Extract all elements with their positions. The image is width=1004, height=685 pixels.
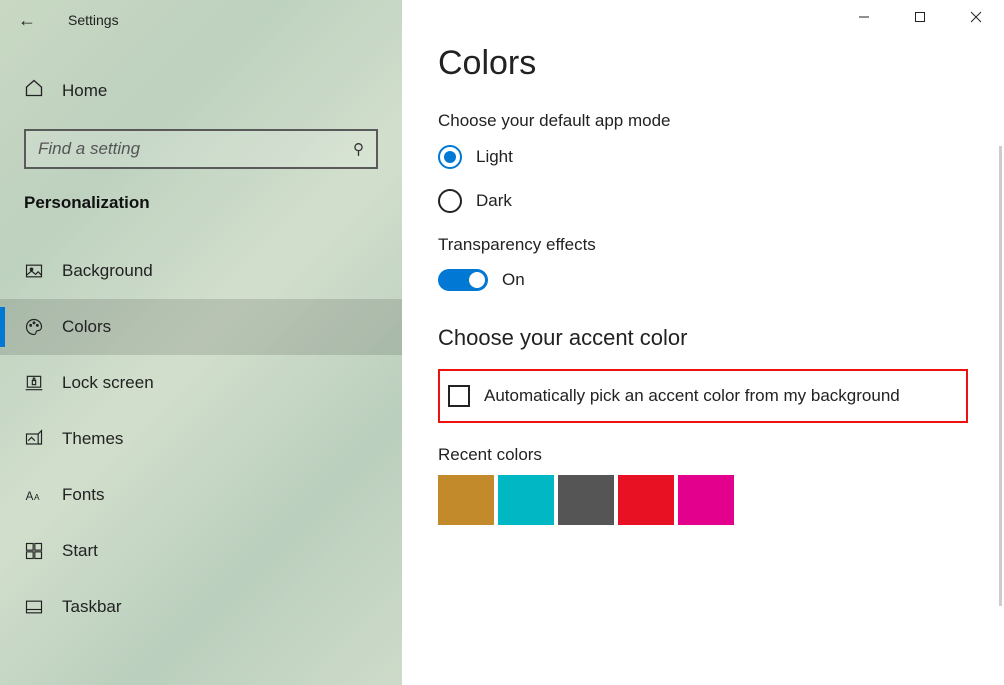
settings-window: ← Settings Home ⚲ Personalization Backgr… <box>0 0 1004 685</box>
transparency-toggle[interactable] <box>438 269 488 291</box>
search-input[interactable] <box>38 139 353 159</box>
sidebar-item-background[interactable]: Background <box>0 243 402 299</box>
picture-icon <box>24 261 44 281</box>
radio-label: Dark <box>476 191 512 211</box>
sidebar: ← Settings Home ⚲ Personalization Backgr… <box>0 0 402 685</box>
scrollbar[interactable] <box>999 146 1002 606</box>
maximize-button[interactable] <box>892 0 948 34</box>
sidebar-item-label: Colors <box>62 317 111 337</box>
close-button[interactable] <box>948 0 1004 34</box>
sidebar-item-label: Taskbar <box>62 597 122 617</box>
start-icon <box>24 541 44 561</box>
radio-icon <box>438 145 462 169</box>
back-button[interactable]: ← <box>18 10 36 31</box>
checkbox-icon <box>448 385 470 407</box>
search-box[interactable]: ⚲ <box>24 129 378 169</box>
color-swatch[interactable] <box>618 475 674 525</box>
sidebar-item-label: Fonts <box>62 485 105 505</box>
minimize-button[interactable] <box>836 0 892 34</box>
transparency-label: Transparency effects <box>438 235 1004 255</box>
titlebar: ← Settings <box>0 0 402 40</box>
sidebar-item-label: Lock screen <box>62 373 154 393</box>
recent-colors-row <box>438 475 1004 525</box>
transparency-toggle-row: On <box>438 269 1004 291</box>
sidebar-item-start[interactable]: Start <box>0 523 402 579</box>
color-swatch[interactable] <box>438 475 494 525</box>
color-swatch[interactable] <box>678 475 734 525</box>
sidebar-item-fonts[interactable]: AA Fonts <box>0 467 402 523</box>
nav-list: Background Colors Lock screen Themes <box>0 243 402 635</box>
color-swatch[interactable] <box>558 475 614 525</box>
window-controls <box>836 0 1004 40</box>
radio-light[interactable]: Light <box>438 145 1004 169</box>
home-label: Home <box>62 81 107 101</box>
toggle-state-label: On <box>502 270 525 290</box>
accent-label: Choose your accent color <box>438 325 1004 351</box>
radio-dark[interactable]: Dark <box>438 189 1004 213</box>
sidebar-item-label: Themes <box>62 429 123 449</box>
themes-icon <box>24 429 44 449</box>
lockscreen-icon <box>24 373 44 393</box>
sidebar-item-lockscreen[interactable]: Lock screen <box>0 355 402 411</box>
sidebar-item-themes[interactable]: Themes <box>0 411 402 467</box>
main-content: Colors Choose your default app mode Ligh… <box>402 0 1004 685</box>
fonts-icon: AA <box>24 485 44 505</box>
page-title: Colors <box>438 44 1004 83</box>
appmode-label: Choose your default app mode <box>438 111 1004 131</box>
sidebar-item-label: Start <box>62 541 98 561</box>
checkbox-label: Automatically pick an accent color from … <box>484 386 900 406</box>
taskbar-icon <box>24 597 44 617</box>
radio-icon <box>438 189 462 213</box>
category-header: Personalization <box>0 169 402 223</box>
auto-accent-checkbox-row[interactable]: Automatically pick an accent color from … <box>438 369 968 423</box>
app-title: Settings <box>68 12 119 28</box>
recent-colors-label: Recent colors <box>438 445 1004 465</box>
sidebar-item-taskbar[interactable]: Taskbar <box>0 579 402 635</box>
svg-text:A: A <box>26 490 34 503</box>
sidebar-item-label: Background <box>62 261 153 281</box>
sidebar-item-colors[interactable]: Colors <box>0 299 402 355</box>
radio-label: Light <box>476 147 513 167</box>
color-swatch[interactable] <box>498 475 554 525</box>
svg-text:A: A <box>34 492 40 502</box>
palette-icon <box>24 317 44 337</box>
home-icon <box>24 78 44 103</box>
home-nav[interactable]: Home <box>0 60 402 121</box>
search-icon: ⚲ <box>353 140 364 158</box>
